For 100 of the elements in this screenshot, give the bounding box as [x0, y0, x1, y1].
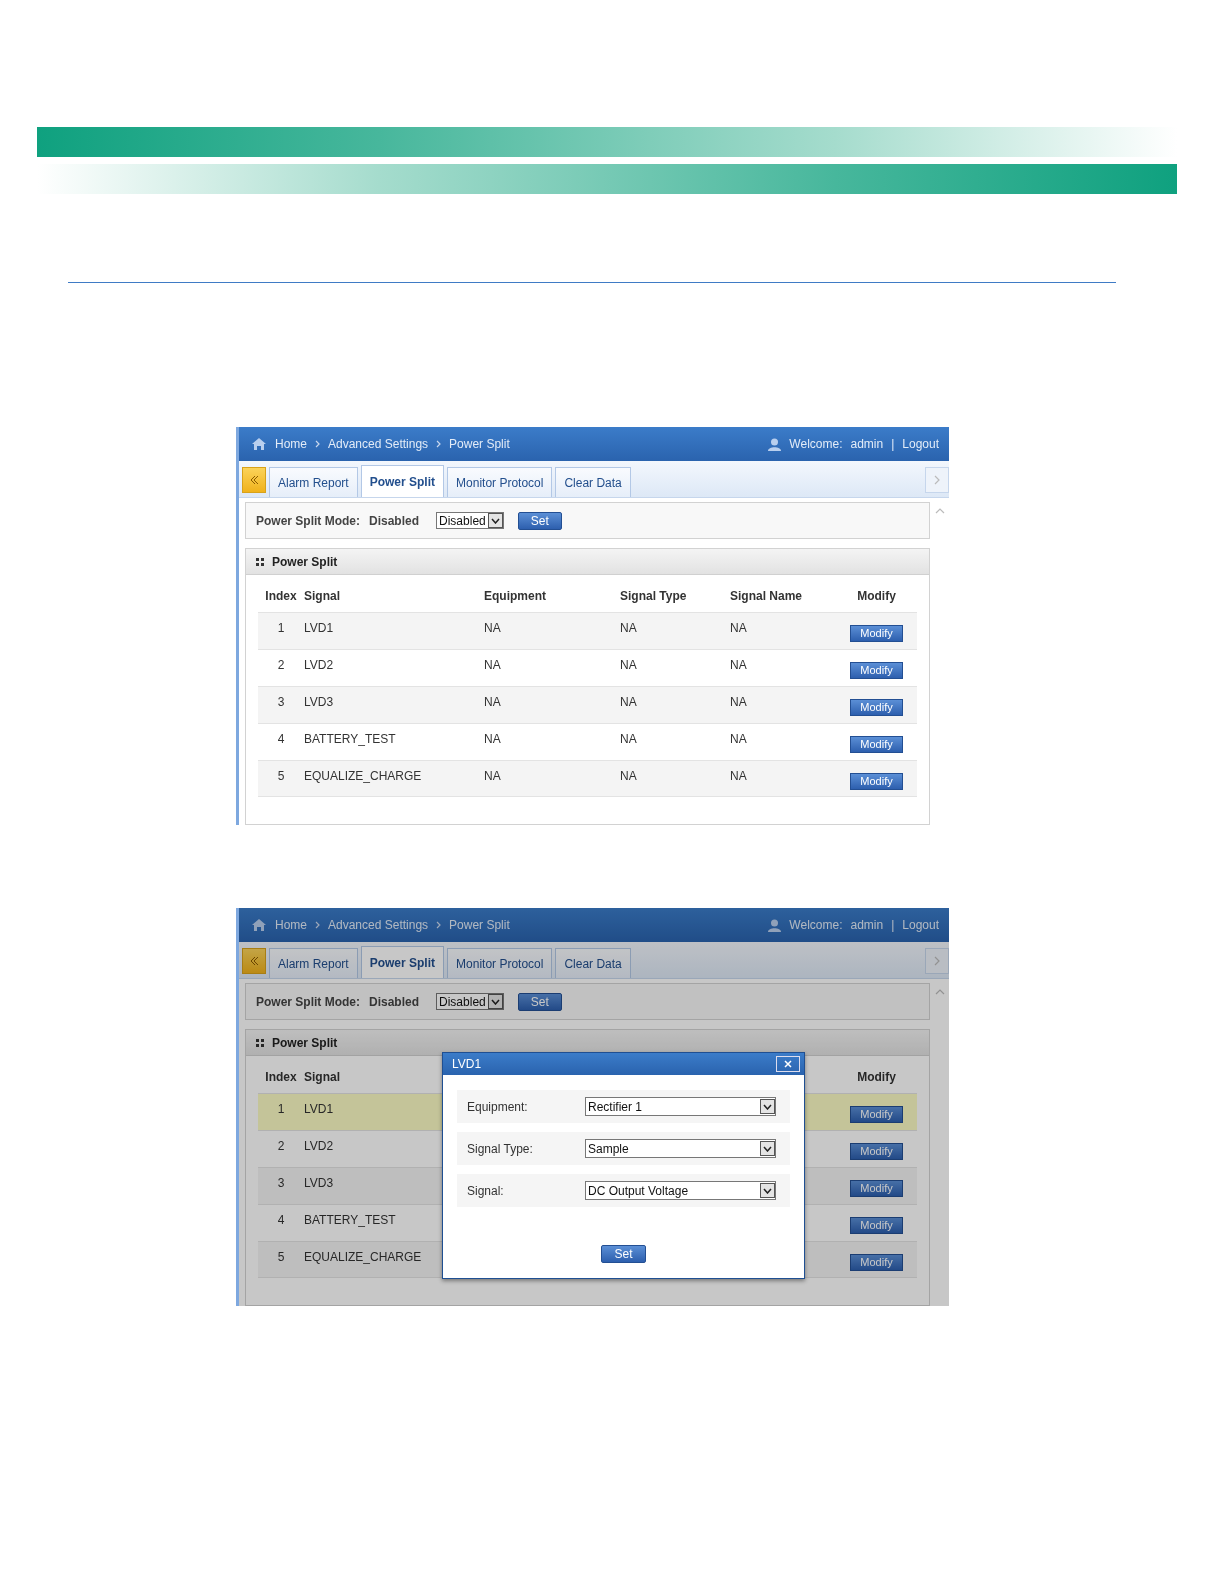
modify-button[interactable]: Modify: [850, 625, 903, 642]
close-icon: [784, 1060, 792, 1068]
table-row[interactable]: 5 EQUALIZE_CHARGE NA NA NA Modify: [258, 760, 917, 797]
table-cell: NA: [730, 621, 747, 635]
modify-button[interactable]: Modify: [850, 736, 903, 753]
table-cell: 4: [277, 732, 285, 746]
set-button[interactable]: Set: [601, 1245, 646, 1263]
table-cell: 1: [277, 1102, 285, 1116]
select-field[interactable]: Sample: [585, 1139, 776, 1158]
mode-value: Disabled: [369, 512, 420, 530]
table-cell: 4: [277, 1213, 285, 1227]
user-icon: [768, 437, 782, 451]
chevron-icon: [436, 440, 442, 448]
back-button[interactable]: [242, 467, 266, 493]
chevron-icon: [315, 440, 320, 448]
dialog-title: LVD1: [452, 1056, 482, 1073]
logout-link[interactable]: Logout: [902, 916, 939, 934]
mode-select[interactable]: Disabled: [436, 512, 504, 529]
user-name: admin: [850, 917, 884, 934]
tab[interactable]: Alarm Report: [269, 948, 358, 978]
breadcrumb-link[interactable]: Power Split: [449, 916, 510, 934]
chevron-icon: [436, 921, 442, 929]
column-header: Modify: [856, 587, 897, 605]
table-cell: NA: [484, 769, 501, 783]
table-cell: 5: [277, 1250, 285, 1264]
table-cell: NA: [620, 621, 637, 635]
welcome-text: Welcome:: [789, 436, 843, 453]
grid-icon: [256, 557, 264, 566]
table-cell: 2: [277, 1139, 285, 1153]
home-icon: [251, 437, 267, 451]
breadcrumb-link[interactable]: Power Split: [449, 435, 510, 453]
set-button[interactable]: Set: [517, 992, 562, 1011]
tab[interactable]: Monitor Protocol: [447, 467, 553, 497]
table-row[interactable]: 1 LVD1 NA NA NA Modify: [258, 612, 917, 649]
set-button[interactable]: Set: [517, 511, 562, 530]
scroll-up-icon: [934, 508, 945, 514]
modify-button[interactable]: Modify: [850, 1106, 903, 1123]
table-cell: 1: [277, 621, 285, 635]
table-cell: EQUALIZE_CHARGE: [304, 1250, 422, 1264]
back-button[interactable]: [242, 948, 266, 974]
table-cell: NA: [484, 658, 501, 672]
modify-button[interactable]: Modify: [850, 773, 903, 790]
logout-link[interactable]: Logout: [902, 435, 939, 453]
modify-button[interactable]: Modify: [850, 662, 903, 679]
field-label: Signal:: [467, 1182, 505, 1200]
mode-select[interactable]: Disabled: [436, 993, 504, 1010]
table-cell: LVD3: [304, 1176, 334, 1190]
table-cell: NA: [730, 769, 747, 783]
table-cell: NA: [620, 658, 637, 672]
tab[interactable]: Power Split: [360, 465, 445, 497]
modify-button[interactable]: Modify: [850, 1254, 903, 1271]
tab[interactable]: Alarm Report: [269, 467, 358, 497]
column-header: Index: [264, 1068, 298, 1086]
table-cell: NA: [484, 621, 501, 635]
breadcrumb-link[interactable]: Home: [275, 916, 307, 934]
table-cell: 2: [277, 658, 285, 672]
table-cell: 3: [277, 1176, 285, 1190]
double-chevron-icon: [249, 475, 259, 485]
table-row[interactable]: 3 LVD3 NA NA NA Modify: [258, 686, 917, 723]
field-label: Signal Type:: [467, 1140, 534, 1158]
select-field[interactable]: Rectifier 1: [585, 1097, 776, 1116]
table-cell: EQUALIZE_CHARGE: [304, 769, 422, 783]
modify-button[interactable]: Modify: [850, 1217, 903, 1234]
double-chevron-icon: [249, 956, 259, 966]
user-name: admin: [850, 436, 884, 453]
user-icon: [768, 918, 782, 932]
scroll-up-icon: [934, 989, 945, 995]
select-field[interactable]: DC Output Voltage: [585, 1181, 776, 1200]
table-cell: LVD1: [304, 1102, 334, 1116]
modify-button[interactable]: Modify: [850, 699, 903, 716]
table-cell: LVD3: [304, 695, 334, 709]
breadcrumb-link[interactable]: Home: [275, 435, 307, 453]
chevron-icon: [934, 475, 940, 485]
table-cell: 5: [277, 769, 285, 783]
table-cell: NA: [730, 695, 747, 709]
table-cell: BATTERY_TEST: [304, 1213, 396, 1227]
tab[interactable]: Monitor Protocol: [447, 948, 553, 978]
modify-button[interactable]: Modify: [850, 1180, 903, 1197]
tab[interactable]: Power Split: [360, 946, 445, 978]
separator-text: |: [891, 436, 895, 453]
table-cell: LVD2: [304, 1139, 334, 1153]
table-cell: NA: [484, 732, 501, 746]
column-header: Equipment: [484, 587, 547, 605]
column-header: Signal: [304, 587, 341, 605]
modify-button[interactable]: Modify: [850, 1143, 903, 1160]
breadcrumb-link[interactable]: Advanced Settings: [328, 916, 429, 934]
column-header: Signal: [304, 1068, 341, 1086]
tab[interactable]: Clear Data: [555, 948, 631, 978]
separator-text: |: [891, 917, 895, 934]
home-icon: [251, 918, 267, 932]
table-cell: LVD2: [304, 658, 334, 672]
column-header: Modify: [856, 1068, 897, 1086]
column-header: Signal Name: [730, 587, 804, 605]
breadcrumb-link[interactable]: Advanced Settings: [328, 435, 429, 453]
close-button[interactable]: [776, 1056, 800, 1072]
table-cell: NA: [730, 732, 747, 746]
mode-label: Power Split Mode:: [256, 512, 360, 530]
field-label: Equipment:: [467, 1098, 529, 1116]
chevron-icon: [934, 956, 940, 966]
tab[interactable]: Clear Data: [555, 467, 631, 497]
